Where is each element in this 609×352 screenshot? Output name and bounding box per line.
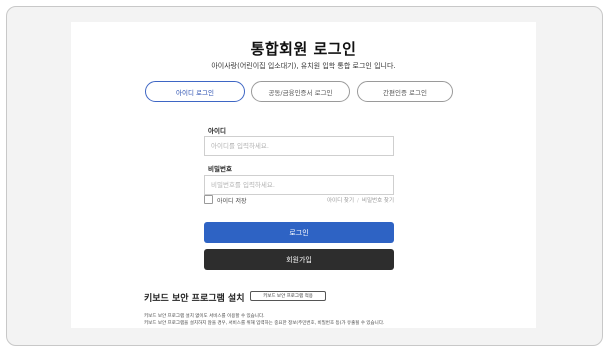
find-links: 아이디 찾기 / 비밀번호 찾기: [317, 196, 394, 204]
window-frame: 통합회원 로그인 아이사랑(어린이집 입소대기), 유치원 입학 통합 로그인 …: [6, 6, 603, 346]
id-label: 아이디: [208, 127, 226, 135]
find-id-link[interactable]: 아이디 찾기: [327, 198, 354, 204]
keyboard-security-title: 키보드 보안 프로그램 설치: [144, 294, 245, 304]
keyboard-security-desc-1: 키보드 보안 프로그램 설치 없이도 서비스를 이용할 수 있습니다.: [144, 314, 265, 319]
login-card: 통합회원 로그인 아이사랑(어린이집 입소대기), 유치원 입학 통합 로그인 …: [71, 22, 536, 328]
save-id-checkbox[interactable]: [204, 195, 213, 204]
save-id-label: 아이디 저장: [217, 198, 247, 205]
tab-simple-auth-login[interactable]: 간편인증 로그인: [357, 81, 453, 102]
tab-certificate-login[interactable]: 공동/금융인증서 로그인: [251, 81, 350, 102]
login-button[interactable]: 로그인: [204, 222, 394, 243]
join-button[interactable]: 회원가입: [204, 249, 394, 270]
page-subtitle: 아이사랑(어린이집 입소대기), 유치원 입학 통합 로그인 입니다.: [211, 62, 396, 70]
find-password-link[interactable]: 비밀번호 찾기: [362, 198, 394, 204]
id-input[interactable]: [204, 136, 394, 156]
keyboard-security-apply-button[interactable]: 키보드 보안 프로그램 적용: [250, 291, 326, 301]
page-title: 통합회원 로그인: [250, 40, 357, 58]
tab-id-login[interactable]: 아이디 로그인: [145, 81, 245, 102]
link-separator: /: [357, 198, 359, 204]
keyboard-security-desc-2: 키보드 보안 프로그램을 설치하지 않을 경우, 서비스를 위해 입력하는 중요…: [144, 321, 385, 326]
password-label: 비밀번호: [208, 165, 232, 173]
password-input[interactable]: [204, 175, 394, 195]
